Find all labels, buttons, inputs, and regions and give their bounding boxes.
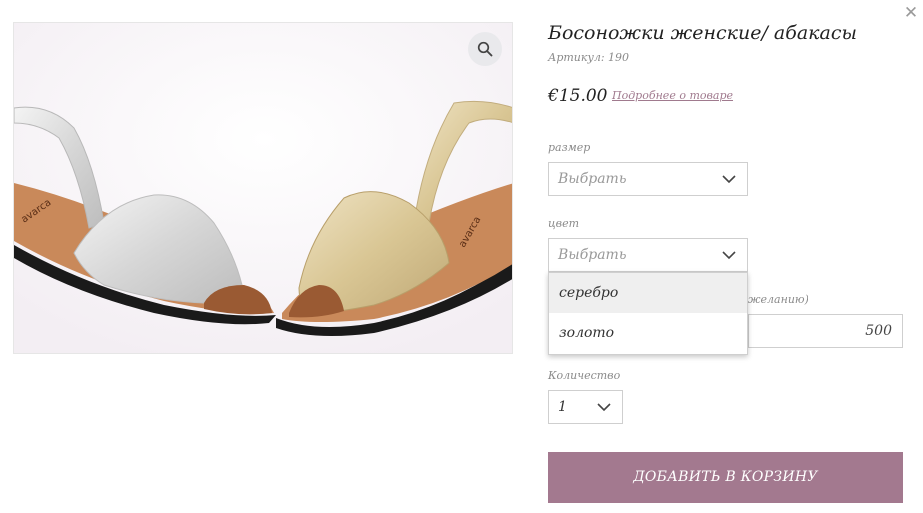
search-icon	[477, 41, 493, 57]
size-label: размер	[548, 141, 591, 154]
product-price: €15.00	[548, 86, 608, 106]
sandals-illustration: avarca avarca	[14, 23, 512, 353]
color-option-gold[interactable]: золото	[549, 313, 747, 353]
zoom-button[interactable]	[468, 32, 502, 66]
close-button[interactable]: ✕	[903, 4, 919, 22]
chevron-down-icon	[722, 251, 736, 260]
color-label: цвет	[548, 217, 580, 230]
color-option-silver[interactable]: серебро	[549, 273, 747, 313]
quantity-select[interactable]: 1	[548, 390, 623, 424]
size-select[interactable]: Выбрать	[548, 162, 748, 196]
size-select-value: Выбрать	[558, 171, 627, 187]
color-select[interactable]: Выбрать	[548, 238, 748, 272]
product-image: avarca avarca	[13, 22, 513, 354]
product-title: Босоножки женские/ абакасы	[548, 22, 857, 44]
color-dropdown: серебро золото	[548, 272, 748, 355]
chevron-down-icon	[722, 175, 736, 184]
color-select-value: Выбрать	[558, 247, 627, 263]
product-sku: Артикул: 190	[548, 51, 630, 64]
amount-label: желанию)	[748, 293, 808, 306]
chevron-down-icon	[597, 403, 611, 412]
quantity-label: Количество	[548, 369, 621, 382]
product-details-link[interactable]: Подробнее о товаре	[612, 89, 733, 102]
amount-input[interactable]: 500	[748, 314, 903, 348]
add-to-cart-button[interactable]: ДОБАВИТЬ В КОРЗИНУ	[548, 452, 903, 503]
quantity-select-value: 1	[558, 399, 567, 415]
